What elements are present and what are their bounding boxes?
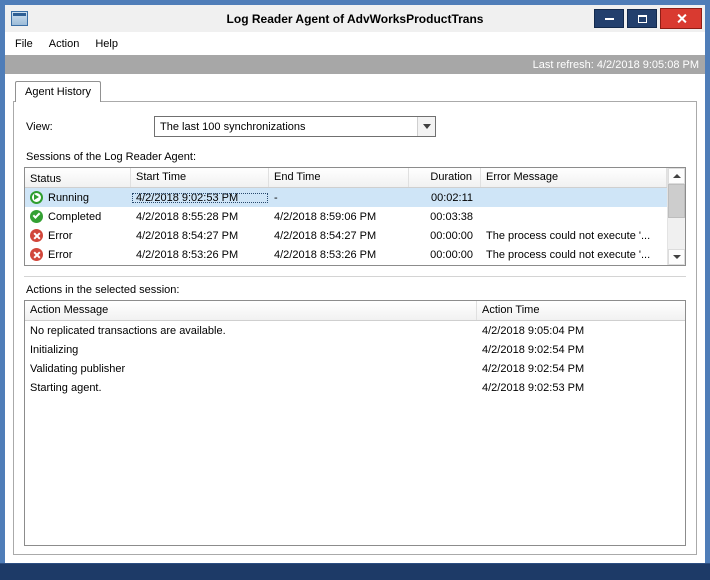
column-header-duration[interactable]: Duration: [409, 168, 481, 187]
actions-empty-area: [25, 397, 685, 545]
duration-cell: 00:02:11: [430, 191, 473, 204]
maximize-button[interactable]: [627, 9, 657, 28]
section-divider: [24, 276, 686, 277]
tab-strip: Agent History: [13, 81, 697, 102]
column-header-error-message[interactable]: Error Message: [481, 168, 667, 187]
close-button[interactable]: [660, 8, 702, 29]
title-bar: Log Reader Agent of AdvWorksProductTrans: [5, 5, 705, 32]
sessions-grid: Status Start Time End Time Duration Erro…: [25, 168, 667, 265]
chevron-down-icon: [422, 124, 431, 129]
window-bottom-border: [0, 563, 710, 580]
status-text: Completed: [48, 210, 102, 223]
app-icon: [11, 11, 28, 26]
status-cell: Completed: [25, 210, 131, 223]
minimize-icon: [604, 17, 614, 20]
minimize-button[interactable]: [594, 9, 624, 28]
view-dropdown[interactable]: The last 100 synchronizations: [154, 116, 436, 137]
status-text: Error: [48, 248, 73, 261]
menu-help[interactable]: Help: [87, 34, 126, 54]
status-text: Running: [48, 191, 89, 204]
duration-cell: 00:03:38: [430, 210, 473, 223]
status-text: Error: [48, 229, 73, 242]
error-message-cell: The process could not execute '...: [486, 229, 651, 242]
start-time-cell: 4/2/2018 9:02:53 PM: [131, 192, 269, 204]
end-time-cell: 4/2/2018 8:54:27 PM: [274, 229, 377, 242]
scroll-up-button[interactable]: [668, 168, 685, 184]
actions-table-header: Action Message Action Time: [25, 301, 685, 321]
sessions-table-header: Status Start Time End Time Duration Erro…: [25, 168, 667, 188]
column-header-action-message[interactable]: Action Message: [25, 301, 477, 320]
view-dropdown-button[interactable]: [417, 117, 435, 136]
agent-history-panel: View: The last 100 synchronizations Sess…: [13, 101, 697, 555]
scrollbar-thumb[interactable]: [668, 184, 685, 218]
client-area: Agent History View: The last 100 synchro…: [5, 74, 705, 563]
list-item[interactable]: No replicated transactions are available…: [25, 321, 685, 340]
start-time-cell: 4/2/2018 8:54:27 PM: [136, 229, 239, 242]
status-cell: Error: [25, 248, 131, 261]
action-message-cell: Starting agent.: [30, 381, 102, 394]
window-controls: [594, 8, 702, 29]
error-icon: [30, 229, 43, 242]
status-cell: Error: [25, 229, 131, 242]
action-message-cell: Validating publisher: [30, 362, 126, 375]
close-icon: [676, 13, 687, 24]
view-row: View: The last 100 synchronizations: [26, 116, 686, 137]
start-time-cell: 4/2/2018 8:55:28 PM: [136, 210, 239, 223]
tab-agent-history[interactable]: Agent History: [15, 81, 102, 102]
sessions-table: Status Start Time End Time Duration Erro…: [24, 167, 686, 266]
status-cell: Running: [25, 191, 131, 204]
last-refresh-text: Last refresh: 4/2/2018 9:05:08 PM: [532, 58, 699, 71]
view-label: View:: [26, 120, 53, 133]
window: Log Reader Agent of AdvWorksProductTrans…: [0, 0, 710, 580]
action-time-cell: 4/2/2018 9:02:54 PM: [482, 362, 585, 375]
actions-table: Action Message Action Time No replicated…: [24, 300, 686, 546]
action-time-cell: 4/2/2018 9:02:53 PM: [482, 381, 585, 394]
scrollbar[interactable]: [667, 168, 685, 265]
menu-file[interactable]: File: [7, 34, 41, 54]
menu-bar: File Action Help: [5, 32, 705, 55]
action-time-cell: 4/2/2018 9:02:54 PM: [482, 343, 585, 356]
start-time-cell: 4/2/2018 8:53:26 PM: [136, 248, 239, 261]
action-time-cell: 4/2/2018 9:05:04 PM: [482, 324, 585, 337]
duration-cell: 00:00:00: [430, 229, 473, 242]
error-icon: [30, 248, 43, 261]
sessions-label: Sessions of the Log Reader Agent:: [26, 151, 197, 163]
action-message-cell: No replicated transactions are available…: [30, 324, 226, 337]
table-row[interactable]: Completed 4/2/2018 8:55:28 PM 4/2/2018 8…: [25, 207, 667, 226]
running-icon: [30, 191, 43, 204]
column-header-start-time[interactable]: Start Time: [131, 168, 269, 187]
maximize-icon: [637, 14, 647, 23]
end-time-cell: -: [274, 191, 278, 204]
table-row[interactable]: Error 4/2/2018 8:53:26 PM 4/2/2018 8:53:…: [25, 245, 667, 264]
menu-action[interactable]: Action: [41, 34, 88, 54]
list-item[interactable]: Initializing 4/2/2018 9:02:54 PM: [25, 340, 685, 359]
window-title: Log Reader Agent of AdvWorksProductTrans: [226, 11, 484, 26]
list-item[interactable]: Validating publisher 4/2/2018 9:02:54 PM: [25, 359, 685, 378]
actions-label: Actions in the selected session:: [26, 284, 180, 296]
action-message-cell: Initializing: [30, 343, 79, 356]
list-item[interactable]: Starting agent. 4/2/2018 9:02:53 PM: [25, 378, 685, 397]
end-time-cell: 4/2/2018 8:53:26 PM: [274, 248, 377, 261]
scroll-down-button[interactable]: [668, 249, 685, 265]
completed-icon: [30, 210, 43, 223]
column-header-action-time[interactable]: Action Time: [477, 301, 685, 320]
column-header-end-time[interactable]: End Time: [269, 168, 409, 187]
table-row[interactable]: Running 4/2/2018 9:02:53 PM - 00:02:11: [25, 188, 667, 207]
column-header-status[interactable]: Status: [25, 168, 131, 187]
error-message-cell: The process could not execute '...: [486, 248, 651, 261]
duration-cell: 00:00:00: [430, 248, 473, 261]
scrollbar-track[interactable]: [668, 184, 685, 249]
status-bar: Last refresh: 4/2/2018 9:05:08 PM: [5, 55, 705, 74]
view-dropdown-value: The last 100 synchronizations: [160, 120, 306, 133]
end-time-cell: 4/2/2018 8:59:06 PM: [274, 210, 377, 223]
scroll-up-icon: [672, 174, 681, 178]
scroll-down-icon: [672, 255, 681, 259]
table-row[interactable]: Error 4/2/2018 8:54:27 PM 4/2/2018 8:54:…: [25, 226, 667, 245]
